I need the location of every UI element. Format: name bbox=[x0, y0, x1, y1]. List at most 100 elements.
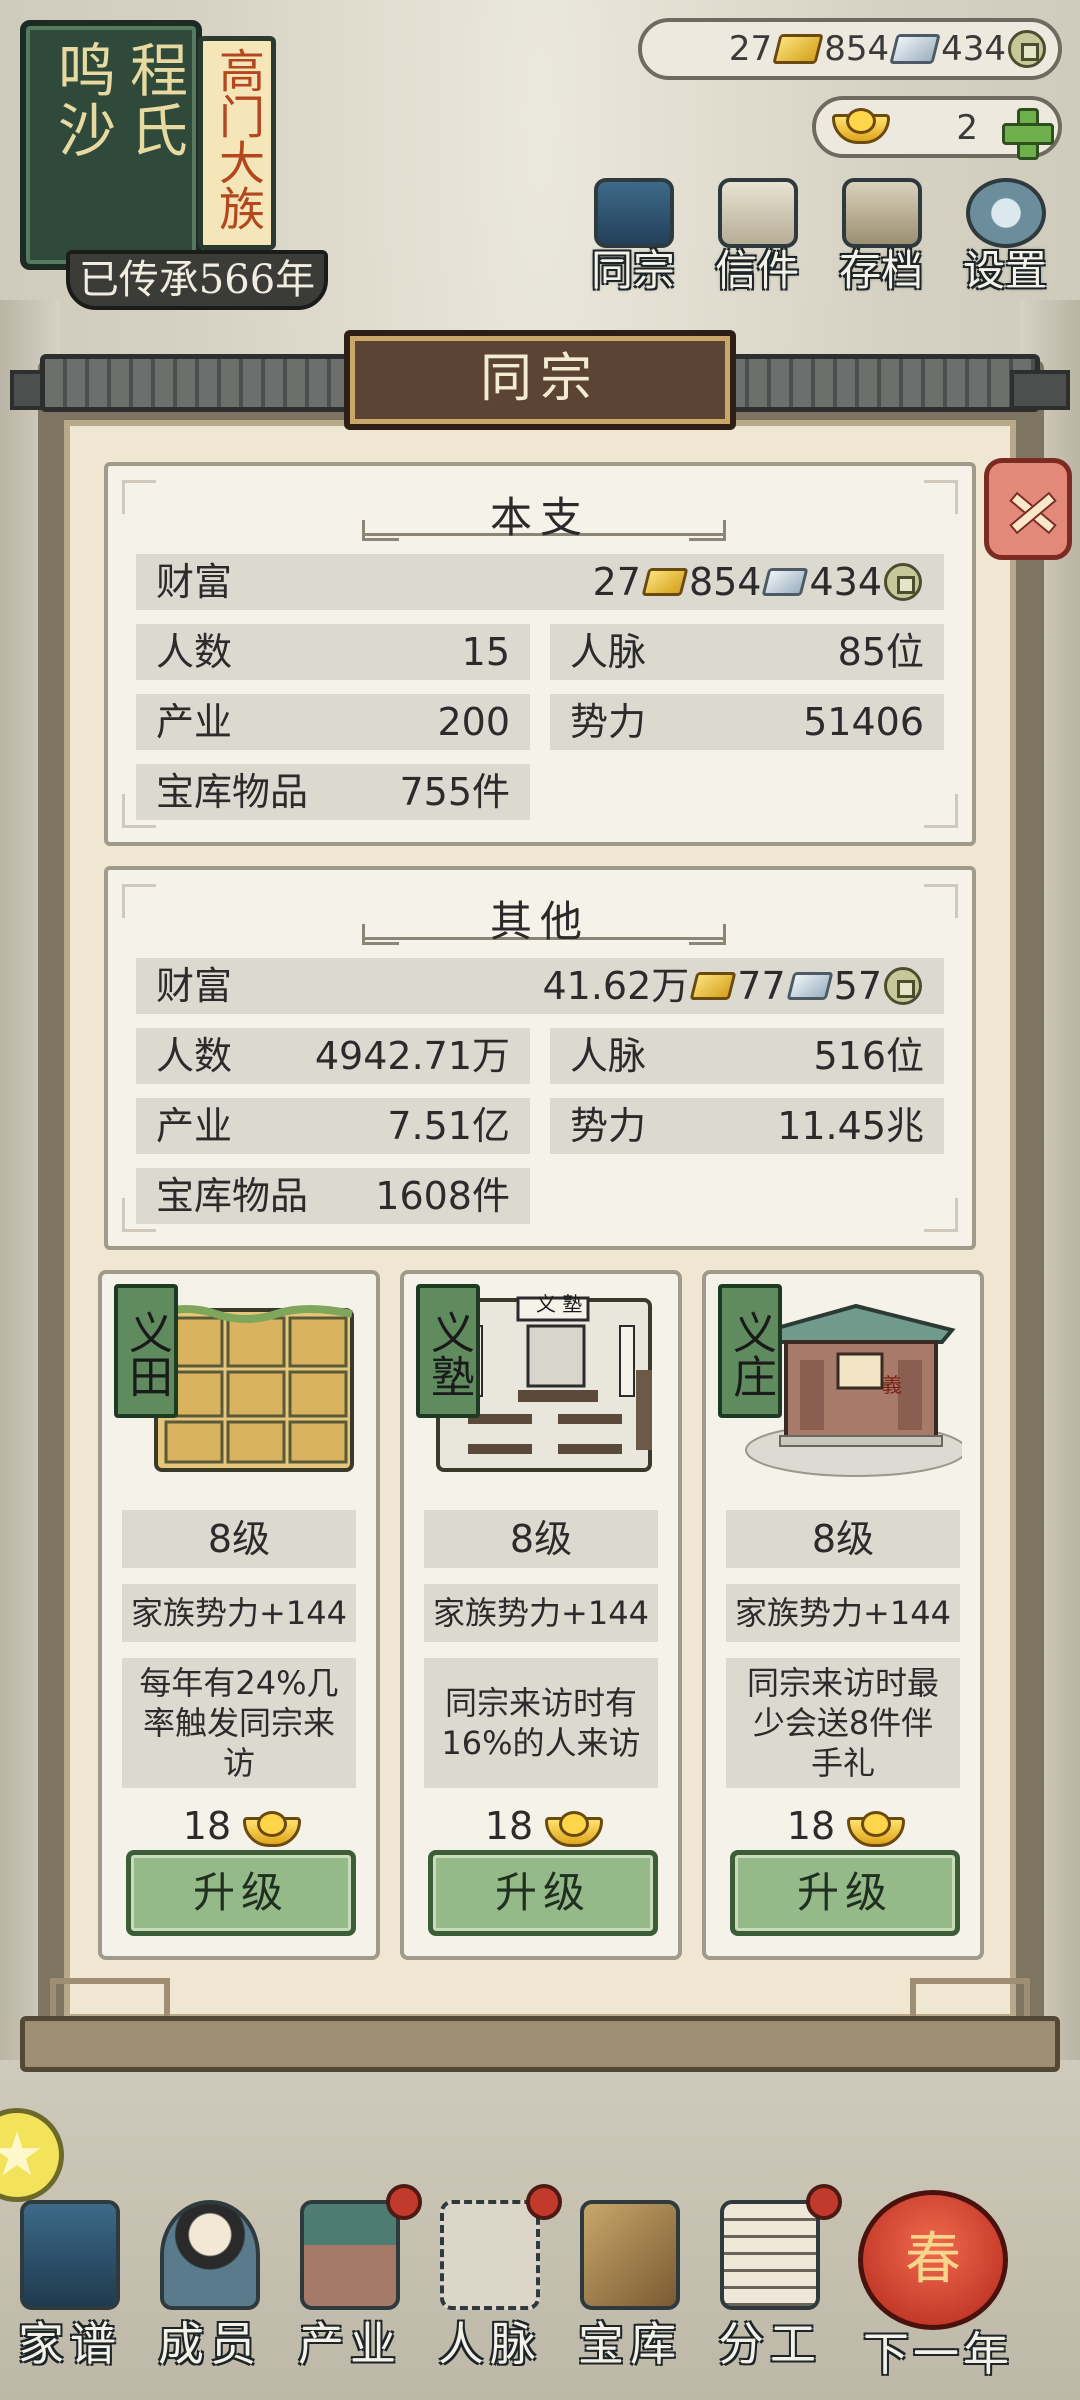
roof-end-right bbox=[1010, 370, 1070, 410]
stat-value: 7.51亿 bbox=[387, 1104, 510, 1148]
stat-label: 财富 bbox=[156, 964, 233, 1008]
main-branch-section: 本支 财富 27 854 434 人数 15 人脉 85位 产业 200 势力 … bbox=[104, 462, 976, 846]
yuanbao-icon bbox=[832, 108, 890, 144]
family-name-board: 鸣沙 程氏 bbox=[20, 20, 202, 270]
stat-label: 宝库物品 bbox=[156, 1174, 309, 1218]
currency-bar[interactable]: 27 854 434 bbox=[638, 18, 1062, 80]
estate-sign: 義 bbox=[882, 1373, 902, 1397]
coin-amount: 434 bbox=[941, 29, 1006, 69]
nav-label: 宝库 bbox=[578, 2317, 682, 2371]
top-menu-save[interactable]: 存档 bbox=[826, 178, 936, 298]
building-card-yizhuang: 義 义庄 8级 家族势力+144 同宗来访时最少会送8件伴手礼 18 升级 bbox=[702, 1270, 984, 1960]
building-bonus: 家族势力+144 bbox=[122, 1584, 356, 1642]
top-menu-label: 设置 bbox=[962, 246, 1047, 295]
family-rank-board: 高门大族 bbox=[198, 36, 276, 250]
yuanbao-bar[interactable]: 2 bbox=[812, 96, 1062, 160]
stat-label: 产业 bbox=[156, 1104, 233, 1148]
panel-base bbox=[20, 2016, 1060, 2072]
stat-label: 产业 bbox=[156, 700, 233, 744]
stat-label: 宝库物品 bbox=[156, 770, 309, 814]
top-menu-label: 存档 bbox=[838, 246, 923, 295]
family-plaque[interactable]: 鸣沙 程氏 高门大族 已传承566年 bbox=[14, 14, 328, 310]
treasury-row: 宝库物品 1608件 bbox=[136, 1168, 530, 1224]
stat-value: 1608件 bbox=[375, 1174, 510, 1218]
add-yuanbao-icon[interactable] bbox=[1000, 106, 1054, 160]
nav-property[interactable]: 产业 bbox=[280, 2160, 422, 2380]
upgrade-button[interactable]: 升级 bbox=[730, 1850, 960, 1936]
close-button[interactable] bbox=[984, 458, 1072, 560]
generations-ribbon: 已传承566年 bbox=[66, 250, 328, 310]
wealth-value: 27 854 434 bbox=[593, 554, 924, 610]
nav-genealogy[interactable]: 家谱 bbox=[0, 2160, 140, 2380]
building-description: 同宗来访时最少会送8件伴手礼 bbox=[726, 1658, 960, 1788]
influence-row: 势力 11.45兆 bbox=[550, 1098, 944, 1154]
silver-ingot-icon bbox=[786, 972, 834, 1000]
top-menu-letters[interactable]: 信件 bbox=[702, 178, 812, 298]
upgrade-button[interactable]: 升级 bbox=[126, 1850, 356, 1936]
stat-value: 516位 bbox=[813, 1034, 924, 1078]
building-level: 8级 bbox=[122, 1510, 356, 1568]
building-bonus: 家族势力+144 bbox=[424, 1584, 658, 1642]
section-title: 其他 bbox=[489, 897, 590, 946]
treasure-chest-icon bbox=[580, 2200, 680, 2310]
member-portrait-icon bbox=[160, 2200, 260, 2310]
top-menu-settings[interactable]: 设置 bbox=[950, 178, 1060, 298]
nav-network[interactable]: 人脉 bbox=[420, 2160, 562, 2380]
top-menu-label: 信件 bbox=[714, 246, 799, 295]
copper-coin-icon bbox=[1008, 30, 1046, 68]
school-sign: 义 塾 bbox=[536, 1292, 583, 1316]
stat-value: 4942.71万 bbox=[314, 1034, 510, 1078]
wealth-row: 财富 41.62万 77 57 bbox=[136, 958, 944, 1014]
notification-dot bbox=[526, 2184, 562, 2220]
nav-label: 产业 bbox=[298, 2317, 402, 2371]
stat-value: 51406 bbox=[803, 700, 924, 744]
yuanbao-icon bbox=[847, 1810, 906, 1847]
coin-amount: 434 bbox=[809, 560, 882, 604]
building-description: 同宗来访时有16%的人来访 bbox=[424, 1658, 658, 1788]
coin-amount: 57 bbox=[833, 964, 882, 1008]
cost-amount: 18 bbox=[182, 1804, 232, 1848]
silver-amount: 854 bbox=[688, 560, 762, 604]
stat-value: 200 bbox=[437, 700, 510, 744]
next-year-button[interactable]: 春 下一年 bbox=[838, 2170, 1038, 2381]
copper-coin-icon bbox=[884, 967, 922, 1005]
yuanbao-amount: 2 bbox=[956, 108, 978, 148]
gold-amount: 27 bbox=[592, 560, 641, 604]
stat-value: 11.45兆 bbox=[777, 1104, 924, 1148]
yuanbao-icon bbox=[243, 1810, 302, 1847]
building-level: 8级 bbox=[726, 1510, 960, 1568]
building-bonus: 家族势力+144 bbox=[726, 1584, 960, 1642]
connections-row: 人脉 516位 bbox=[550, 1028, 944, 1084]
property-row: 产业 200 bbox=[136, 694, 530, 750]
building-name: 义田 bbox=[114, 1284, 178, 1418]
nav-label: 成员 bbox=[158, 2317, 262, 2371]
building-name: 义塾 bbox=[416, 1284, 480, 1418]
stat-label: 人脉 bbox=[570, 630, 647, 674]
population-row: 人数 15 bbox=[136, 624, 530, 680]
upgrade-cost: 18 bbox=[706, 1800, 980, 1852]
upgrade-cost: 18 bbox=[102, 1800, 376, 1852]
top-menu-clan[interactable]: 同宗 bbox=[578, 178, 688, 298]
stat-label: 人数 bbox=[156, 630, 233, 674]
stat-label: 财富 bbox=[156, 560, 233, 604]
building-name: 义庄 bbox=[718, 1284, 782, 1418]
scroll-icon bbox=[720, 2200, 820, 2310]
corner-ornament bbox=[924, 1198, 958, 1232]
building-level: 8级 bbox=[424, 1510, 658, 1568]
top-menu-label: 同宗 bbox=[590, 246, 675, 295]
network-icon bbox=[440, 2200, 540, 2310]
cost-amount: 18 bbox=[484, 1804, 534, 1848]
nav-treasury[interactable]: 宝库 bbox=[560, 2160, 700, 2380]
upgrade-button[interactable]: 升级 bbox=[428, 1850, 658, 1936]
nav-members[interactable]: 成员 bbox=[140, 2160, 280, 2380]
treasury-row: 宝库物品 755件 bbox=[136, 764, 530, 820]
gold-ingot-icon bbox=[689, 972, 737, 1000]
top-menu: 同宗 信件 存档 设置 bbox=[578, 178, 1068, 298]
building-icon bbox=[300, 2200, 400, 2310]
family-name: 程氏 bbox=[120, 40, 188, 160]
building-card-yishu: 义 塾 义塾 8级 家族势力+144 同宗来访时有16%的人来访 18 升级 bbox=[400, 1270, 682, 1960]
wealth-row: 财富 27 854 434 bbox=[136, 554, 944, 610]
silver-ingot-icon bbox=[889, 34, 941, 64]
stat-label: 人脉 bbox=[570, 1034, 647, 1078]
stat-value: 755件 bbox=[399, 770, 510, 814]
